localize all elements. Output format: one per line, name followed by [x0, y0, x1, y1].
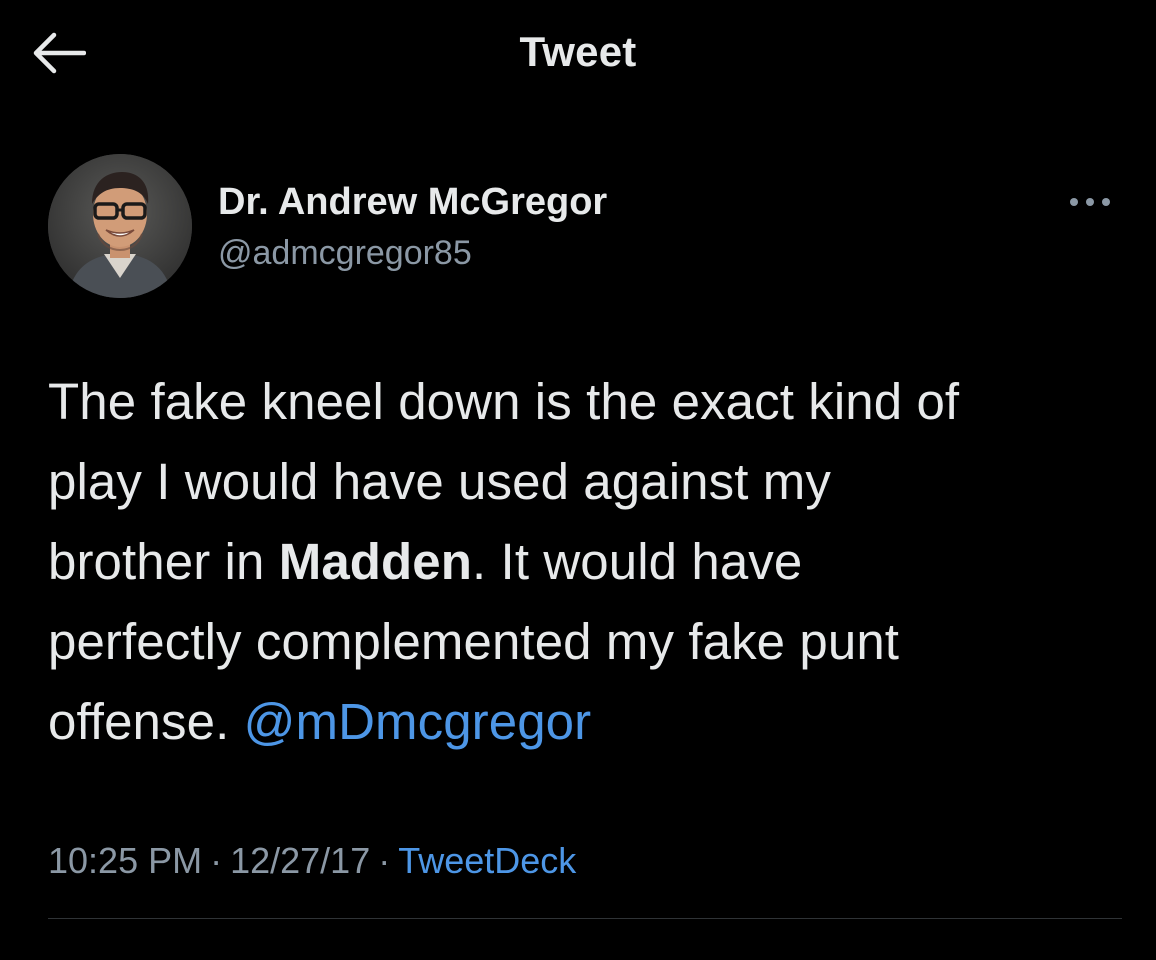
bold-text: Madden [278, 533, 473, 590]
tweet-line: The fake kneel down is the exact kind of [48, 373, 960, 430]
mention-link[interactable]: @mDmcgregor [244, 693, 592, 750]
tweet-line: perfectly complemented my fake punt [48, 613, 900, 670]
separator-dot: · [210, 840, 223, 881]
tweet-time[interactable]: 10:25 PM [48, 840, 202, 881]
display-name[interactable]: Dr. Andrew McGregor [218, 178, 607, 226]
tweet-line: offense. @mDmcgregor [48, 682, 1138, 762]
tweet-metadata: 10:25 PM · 12/27/17 · TweetDeck [48, 836, 576, 886]
divider [48, 918, 1122, 919]
top-bar: Tweet [0, 0, 1156, 106]
tweet-text-segment: . It would have [472, 533, 803, 590]
tweet-line: play I would have used against my [48, 453, 831, 510]
tweet-text-segment: offense. [48, 693, 244, 750]
user-handle[interactable]: @admcgregor85 [218, 230, 472, 276]
tweet-author: Dr. Andrew McGregor @admcgregor85 [48, 154, 1118, 304]
avatar-image [48, 154, 192, 298]
more-options-button[interactable] [1062, 182, 1118, 222]
tweet-line: brother in Madden. It would have [48, 522, 1138, 602]
more-horizontal-icon [1070, 198, 1110, 206]
tweet-text-segment: brother in [48, 533, 279, 590]
avatar[interactable] [48, 154, 192, 298]
tweet-text: The fake kneel down is the exact kind of… [48, 362, 1138, 762]
tweet-source-link[interactable]: TweetDeck [398, 840, 576, 881]
page-title: Tweet [519, 28, 637, 75]
separator-dot: · [378, 840, 391, 881]
tweet-date[interactable]: 12/27/17 [230, 840, 370, 881]
